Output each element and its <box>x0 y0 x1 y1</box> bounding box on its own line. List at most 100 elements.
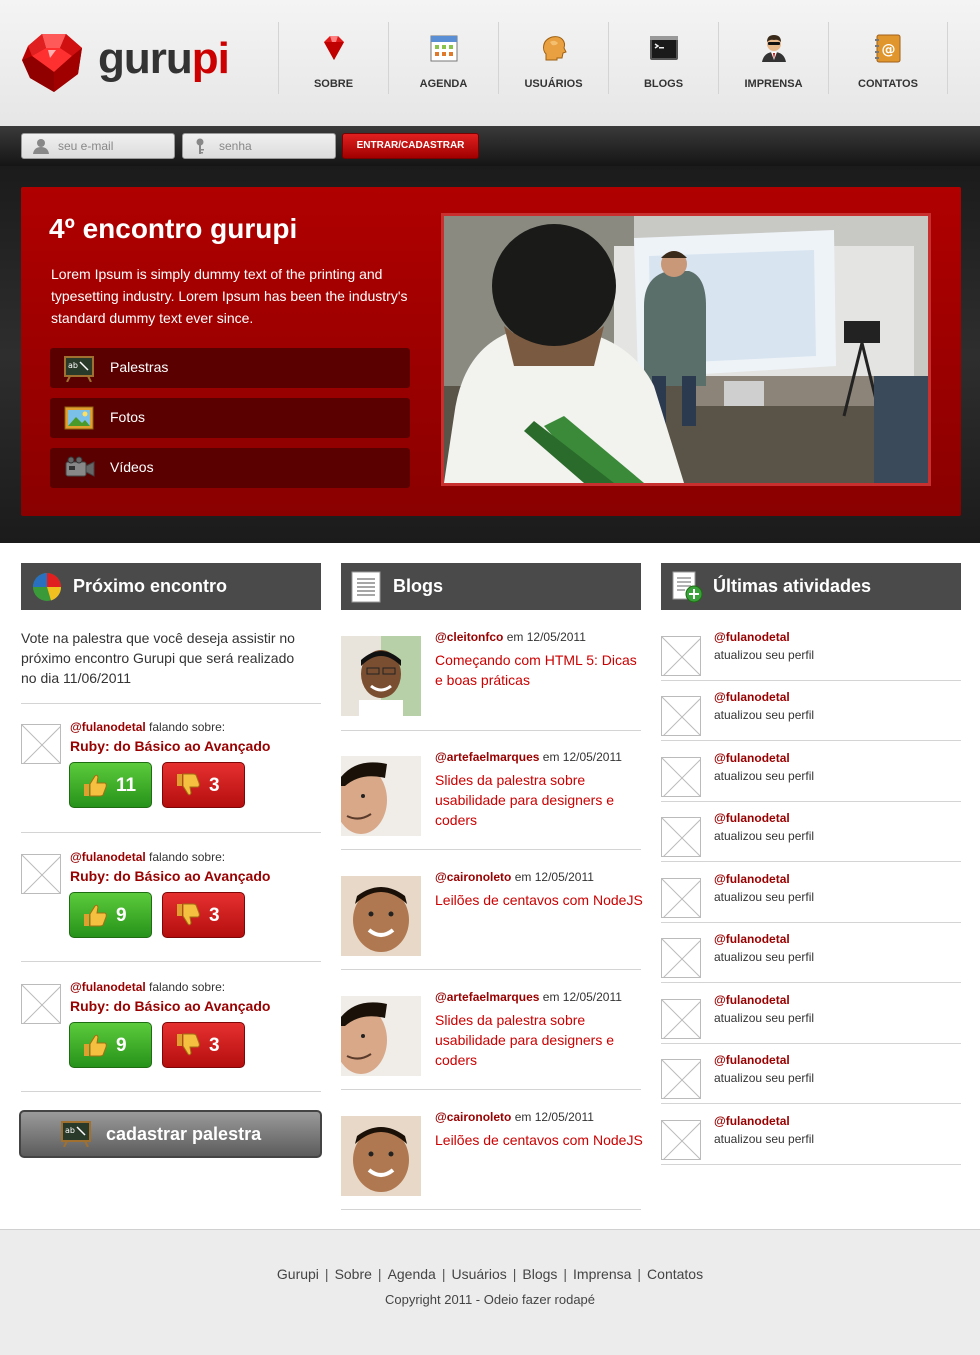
blog-author-photo[interactable] <box>341 996 421 1076</box>
avatar-placeholder <box>21 854 61 894</box>
divider <box>21 961 321 962</box>
vote-down-button[interactable]: 3 <box>162 892 245 938</box>
nav-item-sobre[interactable]: SOBRE <box>278 22 388 94</box>
activity-user-link[interactable]: @fulanodetal <box>714 751 790 765</box>
blog-meta: @caironoleto em 12/05/2011 <box>435 1110 594 1124</box>
talk-user-link[interactable]: @fulanodetal <box>70 720 146 734</box>
vote-up-button[interactable]: 9 <box>69 892 152 938</box>
blog-date: em 12/05/2011 <box>506 630 586 644</box>
image-placeholder-icon <box>662 818 700 856</box>
blog-title-link[interactable]: Slides da palestra sobre usabilidade par… <box>435 770 645 830</box>
footer-link-blogs[interactable]: Blogs <box>522 1266 557 1282</box>
nav-item-contatos[interactable]: @ CONTATOS <box>828 22 948 94</box>
vote-up-button[interactable]: 11 <box>69 762 152 808</box>
activity-item: @fulanodetal atualizou seu perfil <box>661 1053 961 1113</box>
blog-author-link[interactable]: @artefaelmarques <box>435 750 539 764</box>
talk-user-link[interactable]: @fulanodetal <box>70 850 146 864</box>
activity-item: @fulanodetal atualizou seu perfil <box>661 811 961 871</box>
blog-author-link[interactable]: @cleitonfco <box>435 630 503 644</box>
activity-item: @fulanodetal atualizou seu perfil <box>661 993 961 1053</box>
user-head-icon <box>542 36 567 61</box>
cadastrar-palestra-button[interactable]: ab cadastrar palestra <box>19 1110 322 1158</box>
svg-text:ab: ab <box>68 361 78 370</box>
thumbs-down-icon <box>177 1033 200 1056</box>
divider <box>661 680 961 681</box>
blog-author-photo[interactable] <box>341 876 421 956</box>
agent-icon <box>761 35 786 62</box>
link-fotos[interactable]: Fotos <box>50 398 410 438</box>
avatar-placeholder <box>21 984 61 1024</box>
talk-title[interactable]: Ruby: do Básico ao Avançado <box>70 738 270 754</box>
hero-text: Lorem Ipsum is simply dummy text of the … <box>51 266 408 326</box>
logo[interactable]: gurupi <box>20 32 260 96</box>
activity-user-link[interactable]: @fulanodetal <box>714 690 790 704</box>
talk-title[interactable]: Ruby: do Básico ao Avançado <box>70 868 270 884</box>
footer-separator: | <box>563 1266 568 1282</box>
password-input[interactable] <box>219 134 329 158</box>
login-button[interactable]: ENTRAR/CADASTRAR <box>342 133 479 159</box>
hero-section: 4º encontro gurupi Lorem Ipsum is simply… <box>0 166 980 543</box>
link-videos[interactable]: Vídeos <box>50 448 410 488</box>
vote-down-button[interactable]: 3 <box>162 762 245 808</box>
proximo-column: Próximo encontro <box>21 563 321 610</box>
blog-date: em 12/05/2011 <box>514 870 594 884</box>
blog-title-link[interactable]: Leilões de centavos com NodeJS <box>435 890 645 910</box>
activity-user-link[interactable]: @fulanodetal <box>714 1053 790 1067</box>
nav-item-imprensa[interactable]: IMPRENSA <box>718 22 828 94</box>
terminal-icon <box>649 36 678 60</box>
talk-user-link[interactable]: @fulanodetal <box>70 980 146 994</box>
footer-link-sobre[interactable]: Sobre <box>335 1266 372 1282</box>
blog-author-link[interactable]: @caironoleto <box>435 870 511 884</box>
link-palestras[interactable]: ab Palestras <box>50 348 410 388</box>
activity-user-link[interactable]: @fulanodetal <box>714 630 790 644</box>
image-placeholder-icon <box>662 758 700 796</box>
vote-up-count: 11 <box>116 775 137 796</box>
nav-item-blogs[interactable]: BLOGS <box>608 22 718 94</box>
footer-link-gurupi[interactable]: Gurupi <box>277 1266 319 1282</box>
blog-author-link[interactable]: @caironoleto <box>435 1110 511 1124</box>
blog-date: em 12/05/2011 <box>542 750 622 764</box>
image-placeholder-icon <box>662 1000 700 1038</box>
main-nav: SOBRE AGENDA USUÁRIOS BLOGS IMPRENSA @ C… <box>278 22 948 94</box>
author-photo-image <box>341 636 421 716</box>
blog-date: em 12/05/2011 <box>514 1110 594 1124</box>
blog-meta: @caironoleto em 12/05/2011 <box>435 870 594 884</box>
talk-item: @fulanodetal falando sobre: Ruby: do Bás… <box>21 980 321 1080</box>
footer-link-imprensa[interactable]: Imprensa <box>573 1266 631 1282</box>
talk-suffix: falando sobre: <box>149 720 226 734</box>
activity-text: atualizou seu perfil <box>714 950 815 964</box>
vote-down-button[interactable]: 3 <box>162 1022 245 1068</box>
footer-link-agenda[interactable]: Agenda <box>388 1266 436 1282</box>
thumbs-up-icon <box>84 1034 107 1057</box>
activity-user-link[interactable]: @fulanodetal <box>714 872 790 886</box>
talk-title[interactable]: Ruby: do Básico ao Avançado <box>70 998 270 1014</box>
blog-title-link[interactable]: Começando com HTML 5: Dicas e boas práti… <box>435 650 645 690</box>
activity-text: atualizou seu perfil <box>714 769 815 783</box>
header: gurupi SOBRE AGENDA USUÁRIOS BLOGS IMPRE… <box>0 0 980 126</box>
activity-user-link[interactable]: @fulanodetal <box>714 993 790 1007</box>
blog-author-photo[interactable] <box>341 636 421 716</box>
image-placeholder-icon <box>662 939 700 977</box>
blog-author-photo[interactable] <box>341 756 421 836</box>
talk-suffix: falando sobre: <box>149 850 226 864</box>
activity-user-link[interactable]: @fulanodetal <box>714 811 790 825</box>
blog-author-photo[interactable] <box>341 1116 421 1196</box>
footer-link-contatos[interactable]: Contatos <box>647 1266 703 1282</box>
blog-title-link[interactable]: Slides da palestra sobre usabilidade par… <box>435 1010 645 1070</box>
talk-item: @fulanodetal falando sobre: Ruby: do Bás… <box>21 850 321 950</box>
blog-title-link[interactable]: Leilões de centavos com NodeJS <box>435 1130 645 1150</box>
nav-item-usuarios[interactable]: USUÁRIOS <box>498 22 608 94</box>
blog-author-link[interactable]: @artefaelmarques <box>435 990 539 1004</box>
vote-up-button[interactable]: 9 <box>69 1022 152 1068</box>
divider <box>341 730 641 731</box>
event-photo-image <box>444 216 928 483</box>
chalkboard-icon: ab <box>61 1121 91 1147</box>
footer-link-usuarios[interactable]: Usuários <box>451 1266 506 1282</box>
blog-item: @artefaelmarques em 12/05/2011 Slides da… <box>341 990 641 1110</box>
proximo-header: Próximo encontro <box>21 563 321 610</box>
nav-item-agenda[interactable]: AGENDA <box>388 22 498 94</box>
activity-user-link[interactable]: @fulanodetal <box>714 1114 790 1128</box>
add-document-icon <box>672 571 703 603</box>
email-input[interactable] <box>58 134 168 158</box>
activity-user-link[interactable]: @fulanodetal <box>714 932 790 946</box>
